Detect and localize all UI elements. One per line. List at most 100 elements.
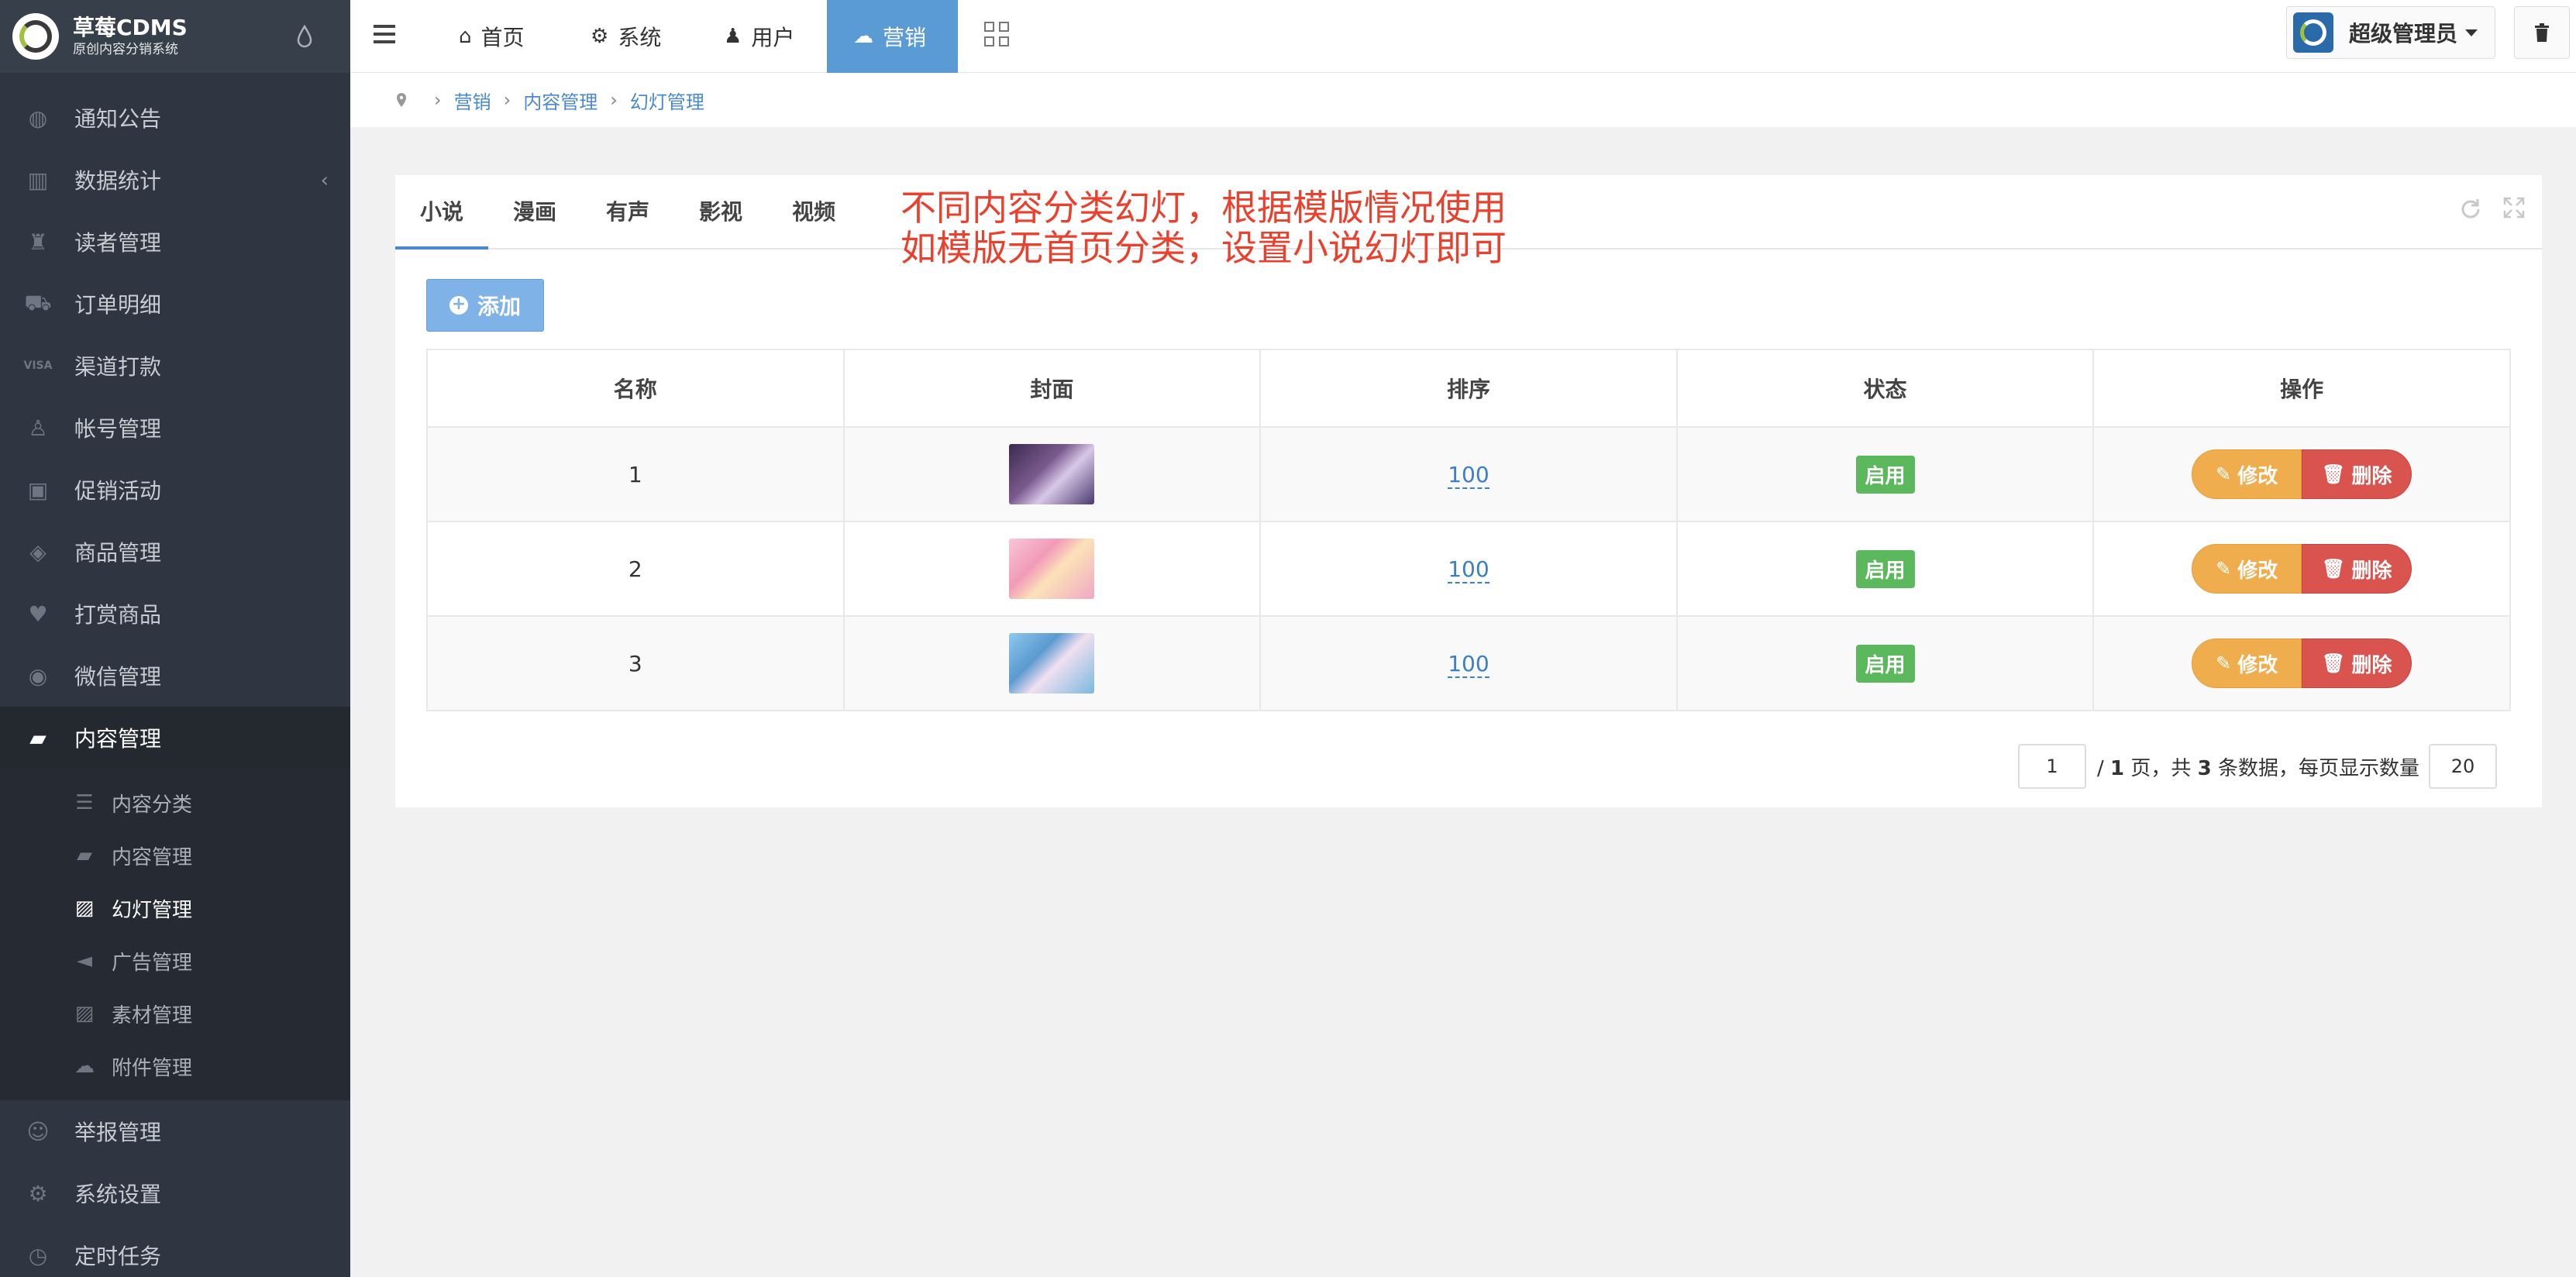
image-icon: ▨: [74, 1002, 95, 1025]
breadcrumb-link[interactable]: 内容管理: [523, 87, 598, 114]
category-tabs: 小说 漫画 有声 影视 视频 不同内容分类幻灯，根据模版情况使用 如模版无首页分…: [395, 174, 2542, 268]
breadcrumb: › 营销 › 内容管理 › 幻灯管理: [350, 73, 2576, 127]
trash-icon: 🗑: [2321, 463, 2346, 485]
sort-value-link[interactable]: 100: [1448, 461, 1489, 489]
delete-button-label: 删除: [2351, 653, 2392, 677]
breadcrumb-separator: ›: [610, 89, 618, 111]
column-header-name[interactable]: 名称: [426, 349, 845, 428]
cart-icon: ⛟: [24, 289, 52, 315]
subnav-item-ads[interactable]: ◄ 广告管理: [0, 935, 350, 987]
cell-name: 3: [426, 615, 845, 711]
sidebar-item-stats[interactable]: ▥ 数据统计 ‹: [0, 149, 350, 211]
logo: 草莓CDMS 原创内容分销系统: [0, 0, 350, 73]
topnav-users[interactable]: ♟ 用户: [697, 0, 821, 73]
subnav-item-materials[interactable]: ▨ 素材管理: [0, 987, 350, 1040]
tab-novel[interactable]: 小说: [395, 174, 489, 250]
delete-button[interactable]: 🗑 删除: [2302, 638, 2412, 688]
topnav-label: 营销: [883, 25, 927, 50]
tab-audio[interactable]: 有声: [581, 174, 674, 248]
cell-name: 2: [426, 521, 845, 617]
sidebar-item-settings[interactable]: ⚙ 系统设置: [0, 1162, 350, 1224]
delete-button[interactable]: 🗑 删除: [2302, 544, 2412, 594]
sidebar-item-reports[interactable]: ☺ 举报管理: [0, 1100, 350, 1162]
topnav-home[interactable]: ⌂ 首页: [432, 0, 551, 73]
breadcrumb-link[interactable]: 营销: [454, 87, 491, 114]
image-icon: ▨: [74, 897, 95, 920]
sidebar-item-label: 渠道打款: [74, 354, 162, 380]
menu-toggle-icon[interactable]: [374, 25, 395, 43]
theme-drop-icon[interactable]: [296, 25, 313, 48]
delete-button-label: 删除: [2351, 464, 2392, 488]
book-icon: ▰: [29, 725, 46, 751]
status-badge[interactable]: 启用: [1855, 455, 1915, 494]
edit-icon: ✎: [2216, 652, 2232, 674]
cell-actions: ✎ 修改 🗑 删除: [2092, 521, 2511, 617]
tab-film[interactable]: 影视: [674, 174, 767, 248]
sidebar-item-label: 订单明细: [74, 292, 162, 318]
cover-thumbnail[interactable]: [1009, 444, 1095, 504]
add-button-label: 添加: [477, 294, 521, 319]
user-menu[interactable]: 超级管理员: [2286, 6, 2495, 59]
column-header-status[interactable]: 状态: [1675, 349, 2095, 428]
status-badge[interactable]: 启用: [1855, 644, 1915, 683]
sidebar-item-orders[interactable]: ⛟ 订单明细: [0, 273, 350, 335]
pagination-text: / 1 页，共 3 条数据，每页显示数量: [2097, 756, 2420, 780]
cell-status: 启用: [1675, 615, 2095, 711]
add-button[interactable]: + 添加: [426, 279, 544, 332]
globe-icon: ◍: [28, 105, 48, 131]
subnav-item-content[interactable]: ▰ 内容管理: [0, 829, 350, 882]
user-icon: ♙: [28, 415, 48, 441]
delete-button[interactable]: 🗑 删除: [2302, 449, 2412, 499]
sidebar-item-readers[interactable]: ♜ 读者管理: [0, 211, 350, 273]
tab-video[interactable]: 视频: [767, 174, 860, 248]
page-number-input[interactable]: 1: [2018, 744, 2086, 789]
smile-icon: ☺: [26, 1118, 50, 1144]
sort-value-link[interactable]: 100: [1448, 650, 1489, 678]
edit-icon: ✎: [2216, 463, 2232, 485]
edit-button[interactable]: ✎ 修改: [2192, 544, 2302, 594]
cover-thumbnail[interactable]: [1009, 539, 1095, 599]
fullscreen-icon[interactable]: [2503, 197, 2525, 219]
gear-icon: ⚙: [591, 25, 609, 48]
edit-button[interactable]: ✎ 修改: [2192, 638, 2302, 688]
sort-value-link[interactable]: 100: [1448, 556, 1489, 583]
home-icon: ⌂: [459, 25, 472, 48]
subnav-item-attachments[interactable]: ☁ 附件管理: [0, 1040, 350, 1093]
sidebar-item-tasks[interactable]: ◷ 定时任务: [0, 1224, 350, 1277]
column-header-sort[interactable]: 排序: [1259, 349, 1678, 428]
app-subtitle: 原创内容分销系统: [73, 42, 178, 57]
sidebar-item-rewards[interactable]: ♥ 打赏商品: [0, 583, 350, 645]
grid-icon[interactable]: [984, 22, 1011, 48]
user-lock-icon: ♜: [28, 229, 48, 255]
topnav-label: 首页: [480, 25, 525, 50]
sidebar-item-label: 微信管理: [74, 664, 162, 690]
status-badge[interactable]: 启用: [1855, 549, 1915, 588]
topnav-marketing[interactable]: ☁ 营销: [827, 0, 958, 73]
chevron-left-icon: ‹: [320, 169, 329, 192]
edit-button[interactable]: ✎ 修改: [2192, 449, 2302, 499]
sidebar-item-content[interactable]: ▰ 内容管理: [0, 707, 350, 769]
topnav-system[interactable]: ⚙ 系统: [564, 0, 687, 73]
tab-comic[interactable]: 漫画: [488, 174, 581, 248]
subnav-item-categories[interactable]: ☰ 内容分类: [0, 776, 350, 829]
app-name: 草莓CDMS: [73, 15, 188, 40]
pagination: 1 / 1 页，共 3 条数据，每页显示数量 20: [2018, 744, 2498, 789]
gear-icon: ⚙: [28, 1180, 48, 1206]
cover-thumbnail[interactable]: [1009, 633, 1095, 694]
subnav-item-slides[interactable]: ▨ 幻灯管理: [0, 882, 350, 935]
clear-cache-button[interactable]: [2514, 6, 2570, 59]
breadcrumb-separator: ›: [434, 89, 442, 111]
refresh-icon[interactable]: [2460, 197, 2481, 219]
annotation-line: 如模版无首页分类，设置小说幻灯即可: [901, 227, 1507, 269]
sidebar-item-wechat[interactable]: ◉ 微信管理: [0, 645, 350, 707]
column-header-cover[interactable]: 封面: [842, 349, 1262, 428]
sidebar-item-products[interactable]: ◈ 商品管理: [0, 521, 350, 583]
breadcrumb-current[interactable]: 幻灯管理: [630, 87, 704, 114]
sidebar-item-promotions[interactable]: ▣ 促销活动: [0, 459, 350, 521]
avatar: [2293, 12, 2333, 53]
sidebar-item-payouts[interactable]: VISA 渠道打款: [0, 335, 350, 397]
sidebar-item-accounts[interactable]: ♙ 帐号管理: [0, 397, 350, 459]
page-size-input[interactable]: 20: [2429, 744, 2498, 789]
sidebar-item-notice[interactable]: ◍ 通知公告: [0, 87, 350, 149]
annotation-line: 不同内容分类幻灯，根据模版情况使用: [901, 187, 1507, 229]
